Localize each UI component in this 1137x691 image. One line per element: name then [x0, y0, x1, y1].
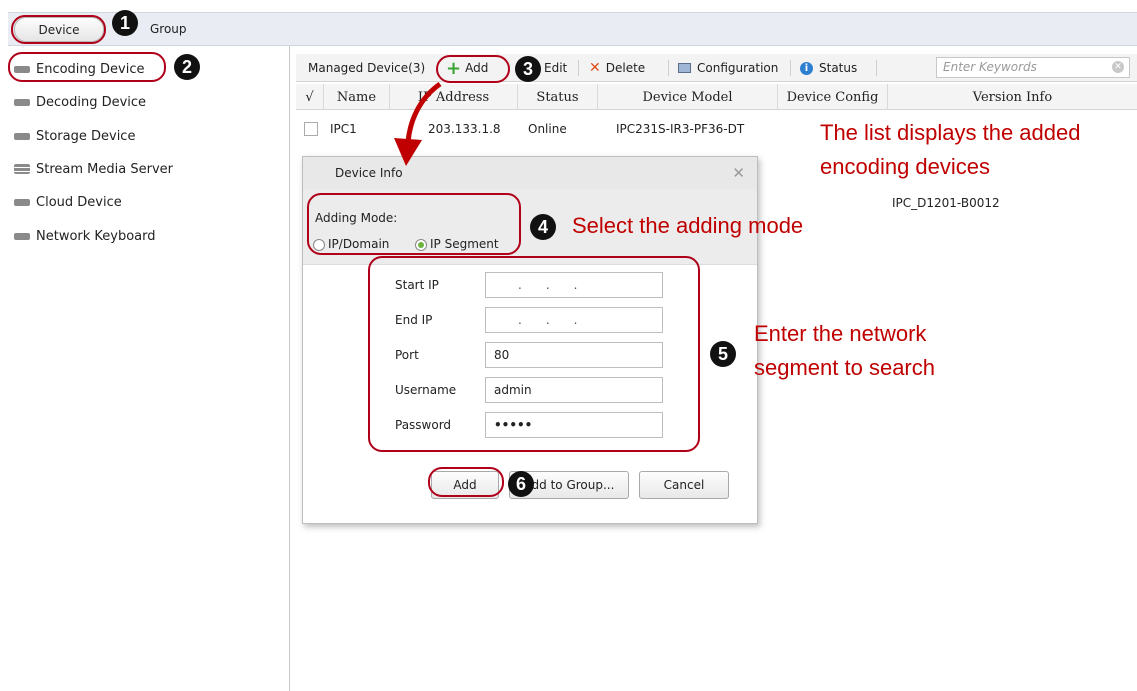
configuration-button[interactable]: Configuration [678, 54, 778, 82]
column-header-version-info[interactable]: Version Info [888, 84, 1137, 110]
decoding-device-icon [14, 98, 30, 106]
note-list-line1: The list displays the added [820, 120, 1081, 145]
note-segment-line1: Enter the network [754, 321, 927, 346]
highlight-ring-add-button [436, 55, 510, 83]
close-icon[interactable]: ✕ [732, 164, 745, 182]
column-header-status[interactable]: Status [518, 84, 598, 110]
cell-status: Online [528, 122, 567, 136]
sidebar-item-stream-media-server[interactable]: Stream Media Server [14, 159, 173, 179]
edit-button[interactable]: Edit [544, 54, 567, 82]
delete-x-icon: ✕ [589, 60, 601, 76]
sidebar-item-cloud-device[interactable]: Cloud Device [14, 192, 122, 212]
sidebar-item-network-keyboard[interactable]: Network Keyboard [14, 226, 156, 246]
sidebar: Encoding Device Decoding Device Storage … [8, 46, 290, 691]
sidebar-item-label: Stream Media Server [36, 161, 173, 177]
note-segment-line2: segment to search [754, 355, 935, 380]
sidebar-item-decoding-device[interactable]: Decoding Device [14, 92, 146, 112]
highlight-ring-device-tab [11, 15, 106, 44]
cell-version-info: IPC_D1201-B0012 [892, 196, 1000, 210]
status-button[interactable]: i Status [800, 54, 857, 82]
sidebar-item-label: Network Keyboard [36, 228, 156, 244]
clear-search-icon[interactable]: ✕ [1112, 61, 1124, 73]
info-icon: i [800, 61, 813, 75]
tab-group[interactable]: Group [150, 22, 187, 36]
note-list-line2: encoding devices [820, 154, 991, 179]
step-badge-3: 3 [515, 56, 541, 82]
step-badge-4: 4 [530, 214, 556, 240]
toolbar-divider [578, 60, 579, 76]
step-badge-1: 1 [112, 10, 138, 36]
note-select-mode: Select the adding mode [572, 213, 804, 238]
row-checkbox[interactable] [304, 122, 318, 136]
step-badge-2: 2 [174, 54, 200, 80]
search-input[interactable]: Enter Keywords ✕ [936, 57, 1130, 78]
search-placeholder: Enter Keywords [943, 60, 1037, 74]
dialog-title: Device Info ✕ [303, 157, 757, 189]
keyboard-icon [14, 232, 30, 240]
sidebar-item-label: Storage Device [36, 128, 136, 144]
cloud-device-icon [14, 198, 30, 206]
delete-button[interactable]: ✕ Delete [589, 54, 645, 82]
sidebar-item-label: Decoding Device [36, 94, 147, 110]
arrow-to-dialog-icon [394, 81, 442, 166]
top-bar: Device Group [0, 0, 1137, 46]
sidebar-item-label: Cloud Device [36, 194, 122, 210]
server-icon [14, 164, 30, 174]
highlight-ring-adding-mode [307, 193, 521, 255]
highlight-ring-segment-fields [368, 256, 700, 452]
status-button-label: Status [819, 61, 858, 75]
step-badge-5: 5 [710, 341, 736, 367]
toolbar-divider [876, 60, 877, 76]
cell-device-model: IPC231S-IR3-PF36-DT [616, 122, 745, 136]
column-header-device-config[interactable]: Device Config [778, 84, 888, 110]
toolbar-divider [790, 60, 791, 76]
storage-device-icon [14, 132, 30, 140]
cell-name: IPC1 [330, 122, 357, 136]
configuration-button-label: Configuration [697, 61, 779, 75]
toolbar-divider [668, 60, 669, 76]
cancel-button[interactable]: Cancel [639, 471, 729, 499]
monitor-icon [678, 63, 691, 73]
managed-device-count: Managed Device(3) [308, 61, 426, 75]
step-badge-6: 6 [508, 471, 534, 497]
delete-button-label: Delete [605, 61, 646, 75]
column-header-select[interactable]: √ [296, 84, 324, 110]
toolbar: Managed Device(3) + Add Edit ✕ Delete Co… [296, 54, 1137, 82]
highlight-ring-dialog-add [428, 467, 504, 497]
highlight-ring-encoding-device [8, 52, 166, 82]
sidebar-item-storage-device[interactable]: Storage Device [14, 126, 135, 146]
column-header-device-model[interactable]: Device Model [598, 84, 778, 110]
